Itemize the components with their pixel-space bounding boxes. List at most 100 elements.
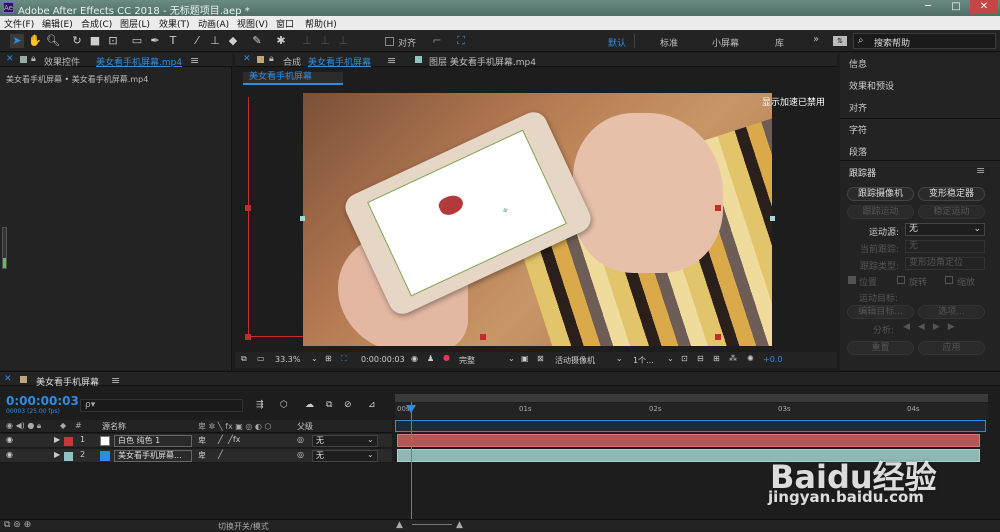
- align-tab[interactable]: 对齐: [849, 101, 867, 114]
- menu-file[interactable]: 文件(F): [4, 17, 34, 30]
- edit-target-button[interactable]: 编辑目标...: [847, 305, 914, 319]
- fast-preview-icon[interactable]: ⊟: [697, 354, 704, 363]
- motion-source-select[interactable]: 无 ⌄: [905, 223, 985, 236]
- workspace-library[interactable]: 库: [775, 36, 784, 49]
- layer-handle-bottom-left[interactable]: [245, 334, 251, 340]
- graph-editor-icon[interactable]: ⊿: [368, 400, 376, 410]
- layer-row[interactable]: ◉ ▶ 1 白色 纯色 1 卑 ╱ ╱fx ◎ 无 ⌄: [0, 434, 392, 448]
- quality-switch-icon[interactable]: ╱: [218, 435, 223, 444]
- camera-select[interactable]: 活动摄像机: [555, 355, 595, 366]
- toggle-switches-modes[interactable]: 切换开关/模式: [218, 521, 269, 532]
- views-select[interactable]: 1个...: [633, 355, 654, 366]
- layer-duration-bar[interactable]: [397, 434, 980, 447]
- track-camera-button[interactable]: 跟踪摄像机: [847, 187, 914, 201]
- parent-header[interactable]: 父级: [297, 421, 313, 432]
- workspace-more-icon[interactable]: »: [813, 34, 819, 45]
- playhead-line[interactable]: [411, 402, 412, 531]
- layer-row[interactable]: ◉ ▶ 2 美女看手机屏幕... 卑 ╱ ◎ 无 ⌄: [0, 449, 392, 463]
- layer-name[interactable]: 白色 纯色 1: [114, 435, 192, 447]
- local-axis-icon[interactable]: ⊥: [300, 34, 314, 48]
- tracker-menu-icon[interactable]: ≡: [976, 164, 985, 177]
- track-motion-button[interactable]: 跟踪运动: [847, 205, 914, 219]
- exposure-icon[interactable]: ✺: [747, 354, 754, 363]
- mask-icon[interactable]: ⛶: [341, 354, 347, 364]
- selection-tool-icon[interactable]: ➤: [10, 34, 24, 48]
- menu-view[interactable]: 视图(V): [237, 17, 268, 30]
- pan-behind-tool-icon[interactable]: ⊡: [106, 34, 120, 48]
- shy-switch-icon[interactable]: 卑: [198, 450, 206, 461]
- close-comp-tab-icon[interactable]: ✕: [243, 54, 251, 64]
- effects-presets-tab[interactable]: 效果和预设: [849, 79, 894, 92]
- layer-label-color[interactable]: [64, 452, 73, 461]
- workspace-standard[interactable]: 标准: [660, 36, 678, 49]
- comp-lock-icon[interactable]: 🔒︎: [269, 54, 274, 64]
- exposure-value[interactable]: +0.0: [763, 355, 782, 364]
- timeline-timecode[interactable]: 0:00:00:03: [6, 394, 79, 408]
- comp-timecode[interactable]: 0:00:00:03: [361, 355, 405, 364]
- layer-handle-left[interactable]: [245, 205, 251, 211]
- timeline-icon[interactable]: ⊞: [713, 354, 720, 363]
- parent-pickwhip-icon[interactable]: ◎: [297, 450, 304, 459]
- type-tool-icon[interactable]: T: [166, 34, 180, 48]
- layer-handle-bottom[interactable]: [480, 334, 486, 340]
- toggle-pixel-icon[interactable]: ⊡: [681, 354, 688, 363]
- roto-brush-tool-icon[interactable]: ✎: [250, 34, 264, 48]
- layer-tab[interactable]: 图层 美女看手机屏幕.mp4: [429, 55, 536, 68]
- snap-option-icon[interactable]: ⌐: [430, 34, 444, 48]
- workspace-default[interactable]: 默认: [608, 36, 626, 49]
- close-tab-icon[interactable]: ✕: [6, 54, 14, 64]
- timeline-zoom-slider[interactable]: [412, 524, 452, 525]
- zoom-tool-icon[interactable]: 🔍︎: [46, 34, 60, 48]
- color-channel-icon[interactable]: ●: [443, 353, 450, 362]
- resolution-select[interactable]: 完整: [459, 355, 475, 366]
- pen-tool-icon[interactable]: ✒: [148, 34, 162, 48]
- comp-flowchart-icon[interactable]: ⇶: [256, 400, 264, 410]
- track-type-select[interactable]: 变形边角定位: [905, 257, 985, 270]
- sync-settings-icon[interactable]: ⇅: [833, 36, 847, 46]
- puppet-tool-icon[interactable]: ✱: [274, 34, 288, 48]
- video-frame[interactable]: ⌖: [303, 93, 772, 346]
- draft-3d-icon[interactable]: ⬡: [280, 400, 288, 410]
- apply-button[interactable]: 应用: [918, 341, 985, 355]
- search-help-box[interactable]: ⌕ 搜索帮助: [853, 33, 996, 49]
- scale-checkbox[interactable]: [945, 276, 953, 284]
- rotation-checkbox[interactable]: [897, 276, 905, 284]
- warp-stabilizer-button[interactable]: 变形稳定器: [918, 187, 985, 201]
- search-help-input[interactable]: 搜索帮助: [874, 36, 910, 49]
- analyze-controls[interactable]: ◀◀▶▶: [903, 322, 963, 332]
- parent-pickwhip-icon[interactable]: ◎: [297, 435, 304, 444]
- footer-icons[interactable]: ⧉ ⊚ ⊕: [4, 520, 31, 530]
- layer-handle-right[interactable]: [715, 205, 721, 211]
- menu-composition[interactable]: 合成(C): [81, 17, 112, 30]
- comp-tab-name[interactable]: 美女看手机屏幕: [308, 55, 371, 68]
- video-handle-left[interactable]: [300, 216, 305, 221]
- position-checkbox[interactable]: [848, 276, 856, 284]
- eraser-tool-icon[interactable]: ◆: [226, 34, 240, 48]
- zoom-out-icon[interactable]: ▲: [396, 520, 403, 530]
- layer-label-color[interactable]: [64, 437, 73, 446]
- show-snapshot-icon[interactable]: ♟: [427, 354, 434, 363]
- monitor-icon[interactable]: ▭: [257, 354, 265, 363]
- menu-help[interactable]: 帮助(H): [305, 17, 337, 30]
- zoom-dropdown-icon[interactable]: ⌄: [311, 354, 318, 363]
- quality-switch-icon[interactable]: ╱: [218, 450, 223, 459]
- effect-controls-tab[interactable]: ✕ 🔒︎ 效果控件 美女看手机屏幕.mp4 ≡: [0, 53, 232, 68]
- maximize-button[interactable]: □: [942, 0, 970, 14]
- work-area-range[interactable]: [395, 420, 986, 432]
- frame-blending-icon[interactable]: ⧉: [326, 400, 332, 410]
- resolution-dropdown-icon[interactable]: ⌄: [508, 354, 515, 363]
- region-of-interest-icon[interactable]: ▣: [521, 354, 529, 363]
- always-preview-icon[interactable]: ⧉: [241, 354, 247, 364]
- current-track-select[interactable]: 无: [905, 240, 985, 253]
- stabilize-motion-button[interactable]: 稳定运动: [918, 205, 985, 219]
- panel-scroll-indicator[interactable]: [2, 227, 7, 269]
- comp-panel-menu-icon[interactable]: ≡: [387, 54, 396, 67]
- menu-layer[interactable]: 图层(L): [120, 17, 150, 30]
- zoom-level[interactable]: 33.3%: [275, 355, 300, 364]
- visibility-eye-icon[interactable]: ◉: [6, 435, 13, 444]
- timeline-search-input[interactable]: ρ▾: [80, 399, 243, 412]
- fx-switch-icon[interactable]: ╱fx: [228, 435, 240, 444]
- info-panel-tab[interactable]: 信息: [849, 57, 867, 70]
- close-timeline-icon[interactable]: ✕: [4, 374, 12, 384]
- transparency-grid-icon[interactable]: ⊠: [537, 354, 544, 363]
